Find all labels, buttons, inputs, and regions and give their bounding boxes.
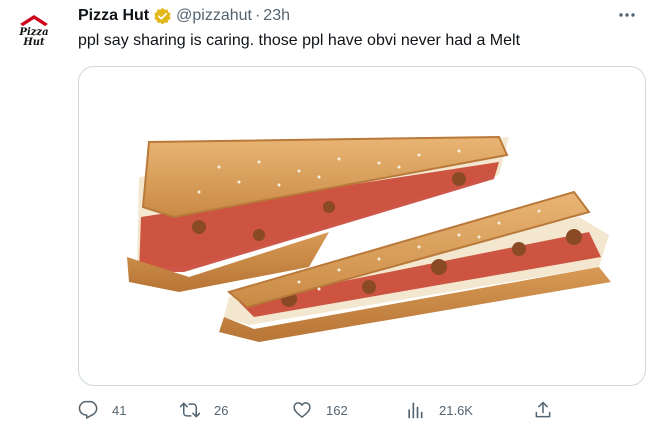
retweet-button[interactable]: 26 [180, 399, 228, 421]
tweet-text: ppl say sharing is caring. those ppl hav… [78, 32, 521, 49]
heart-icon [293, 402, 311, 418]
share-button[interactable] [533, 399, 553, 421]
views-button[interactable]: 21.6K [405, 399, 473, 421]
tweet-actions: 41 26 162 21.6K [78, 399, 568, 421]
verified-badge-icon [154, 7, 171, 24]
tweet-media[interactable] [78, 66, 646, 386]
reply-count: 41 [112, 402, 127, 418]
like-button[interactable]: 162 [292, 399, 348, 421]
tweet-header: Pizza Hut @pizzahut · 23h [78, 6, 290, 26]
reply-icon [78, 400, 98, 419]
share-icon [535, 401, 551, 418]
more-icon [619, 13, 635, 17]
timestamp[interactable]: 23h [263, 7, 290, 25]
views-icon [408, 402, 423, 419]
avatar[interactable]: Pizza Hut [10, 6, 58, 54]
reply-button[interactable]: 41 [78, 399, 126, 421]
retweet-icon [180, 402, 200, 418]
pizza-melt-photo [127, 135, 611, 342]
retweet-count: 26 [214, 402, 229, 418]
tweet-card[interactable]: Pizza Hut Pizza Hut @pizzahut · 23h ppl … [0, 0, 648, 429]
like-count: 162 [326, 402, 348, 418]
handle[interactable]: @pizzahut [176, 7, 252, 25]
separator-dot: · [254, 7, 261, 24]
views-count: 21.6K [439, 402, 473, 418]
more-button[interactable] [614, 4, 640, 26]
svg-text:Hut: Hut [22, 37, 45, 48]
pizza-hut-logo: Pizza Hut [18, 15, 49, 48]
display-name[interactable]: Pizza Hut [78, 7, 149, 25]
